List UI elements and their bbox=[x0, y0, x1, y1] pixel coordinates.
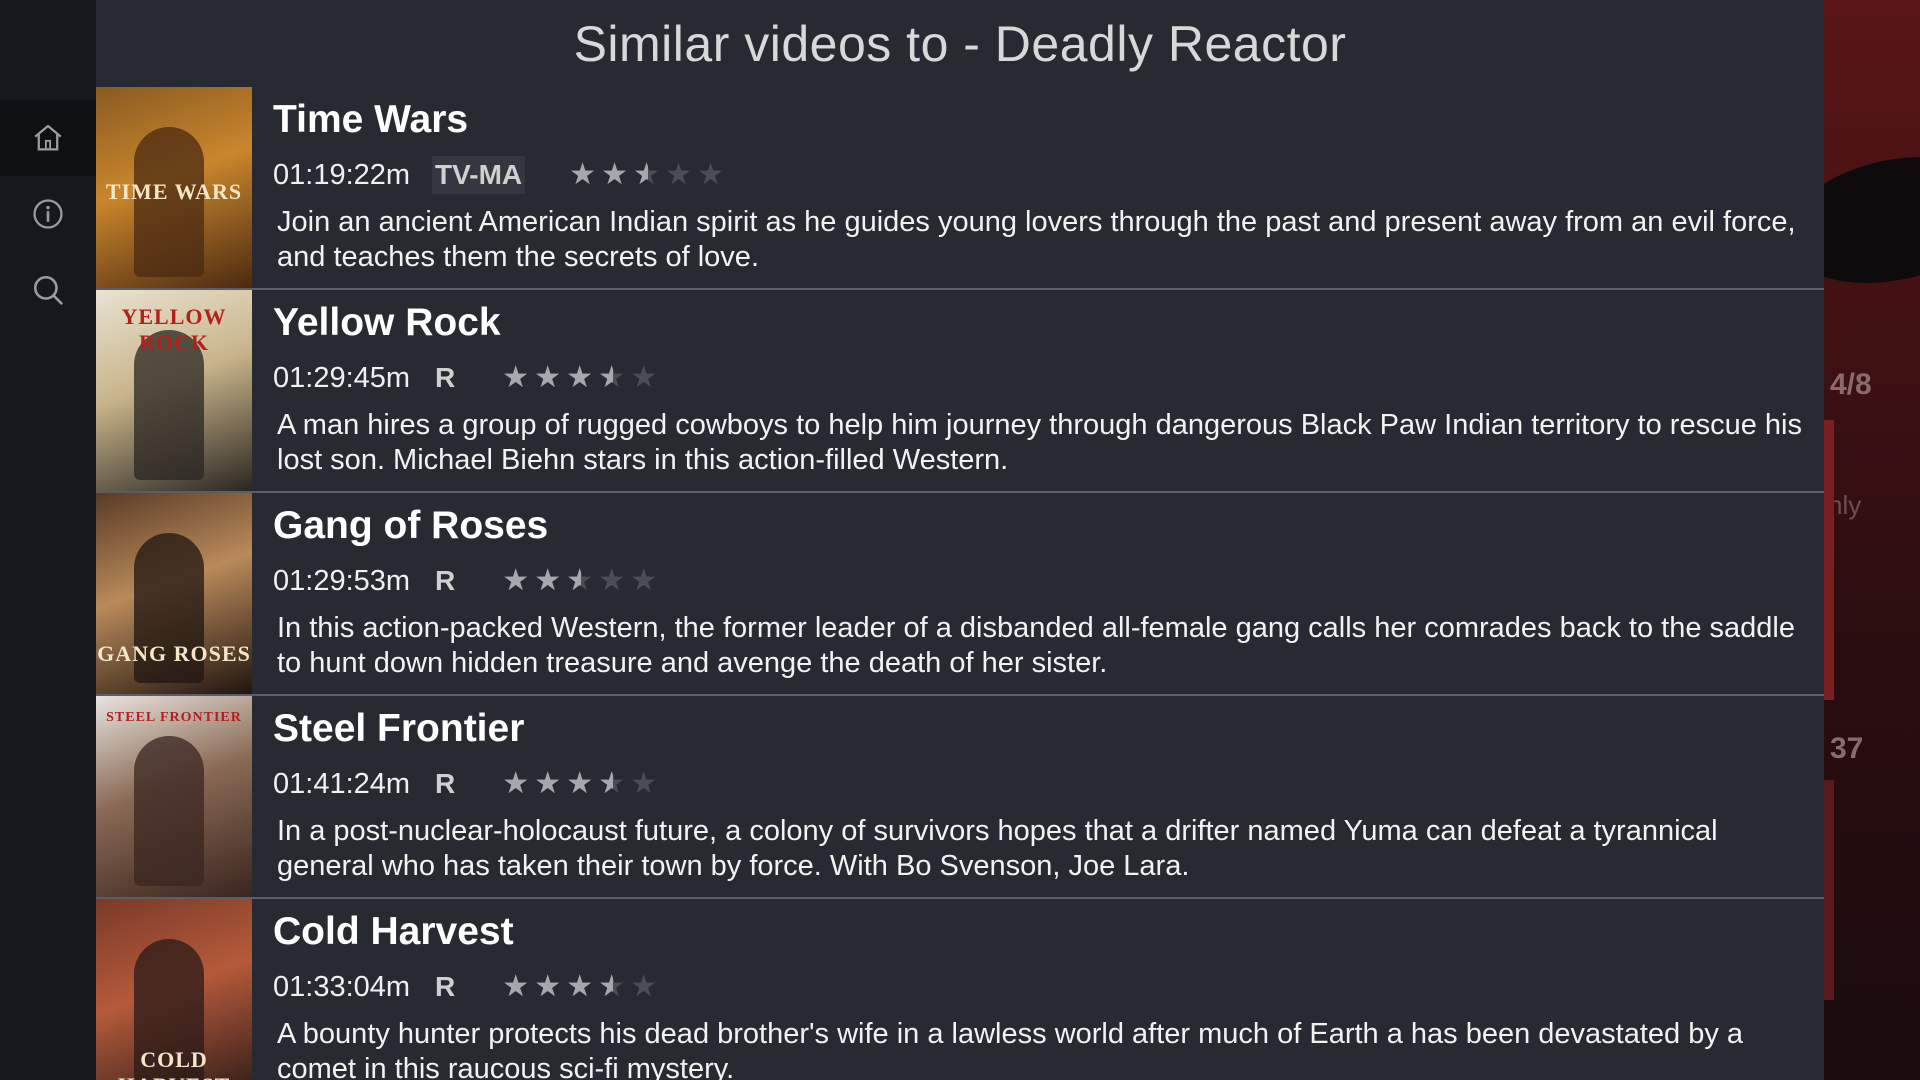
star-icon: ★★ bbox=[534, 970, 562, 1003]
star-icon: ★★ bbox=[630, 767, 658, 800]
nav-home-button[interactable] bbox=[0, 100, 96, 176]
app-screen: 4/8 nly 37 Similar videos to - Deadly Re… bbox=[0, 0, 1920, 1080]
video-row[interactable]: STEEL FRONTIER Steel Frontier 01:41:24m R ★ ★… bbox=[96, 696, 1824, 899]
video-duration: 01:29:45m bbox=[273, 361, 411, 394]
star-icon: ★★ bbox=[601, 158, 629, 191]
video-title[interactable]: Gang of Roses bbox=[273, 503, 1808, 549]
video-title[interactable]: Steel Frontier bbox=[273, 706, 1808, 752]
poster-title: YELLOW ROCK bbox=[121, 304, 227, 355]
video-info: Steel Frontier01:41:24mR★★★★★★★★★★In a p… bbox=[273, 696, 1808, 884]
star-rating: ★★★★★★★★★★ bbox=[569, 160, 729, 190]
star-icon: ★★ bbox=[566, 564, 594, 597]
video-list: TIME WARS Time Wars 01:19:22m TV-MA ★ ★ ★ ★ ★ ★ ★ ★… bbox=[96, 87, 1824, 1080]
star-rating: ★★★★★★★★★★ bbox=[502, 972, 662, 1002]
video-meta: 01:29:53mR★★★★★★★★★★ bbox=[273, 561, 1808, 601]
nav-rail bbox=[0, 0, 96, 1080]
star-icon: ★★ bbox=[534, 361, 562, 394]
star-rating: ★★★★★★★★★★ bbox=[502, 769, 662, 799]
background-counter: 37 bbox=[1830, 732, 1864, 765]
video-description: A bounty hunter protects his dead brothe… bbox=[277, 1018, 1744, 1080]
video-description: In this action-packed Western, the forme… bbox=[277, 612, 1795, 679]
panel-title: Similar videos to - Deadly Reactor bbox=[573, 15, 1347, 72]
star-icon: ★★ bbox=[630, 564, 658, 597]
background-shape bbox=[1824, 138, 1920, 302]
poster-title: TIME WARS bbox=[105, 179, 243, 204]
background-content: 4/8 nly 37 bbox=[1824, 0, 1920, 1080]
similar-videos-panel: Similar videos to - Deadly Reactor TIME … bbox=[96, 0, 1824, 1080]
star-icon: ★★ bbox=[502, 564, 530, 597]
video-info: Cold Harvest01:33:04mR★★★★★★★★★★A bounty… bbox=[273, 899, 1808, 1080]
star-icon: ★★ bbox=[630, 970, 658, 1003]
video-info: Yellow Rock01:29:45mR★★★★★★★★★★A man hir… bbox=[273, 290, 1808, 478]
video-meta: 01:29:45mR★★★★★★★★★★ bbox=[273, 358, 1808, 398]
video-row[interactable]: COLD HARVESTCold Harvest01:33:04mR★★★★★★… bbox=[96, 899, 1824, 1080]
star-icon: ★★ bbox=[598, 767, 626, 800]
star-icon: ★★ bbox=[598, 970, 626, 1003]
video-duration: 01:29:53m bbox=[273, 564, 411, 597]
content-rating-badge: R bbox=[435, 768, 456, 799]
star-icon: ★★ bbox=[665, 158, 693, 191]
star-rating: ★★★★★★★★★★ bbox=[502, 566, 662, 596]
star-icon: ★★ bbox=[502, 361, 530, 394]
content-rating-badge: R bbox=[435, 565, 456, 596]
video-info: Gang of Roses01:29:53mR★★★★★★★★★★In this… bbox=[273, 493, 1808, 681]
poster-title: COLD HARVEST bbox=[118, 1047, 230, 1080]
video-poster[interactable]: TIME WARS bbox=[96, 87, 252, 288]
background-counter: 4/8 bbox=[1830, 368, 1872, 401]
star-icon: ★★ bbox=[630, 361, 658, 394]
star-icon: ★★ bbox=[697, 158, 725, 191]
star-icon: ★★ bbox=[534, 767, 562, 800]
nav-info-button[interactable] bbox=[0, 176, 96, 252]
video-row[interactable]: YELLOW ROCK Yellow Rock 01:29:45m R ★ ★ ★ ★ ★ ★ ★ ★… bbox=[96, 290, 1824, 493]
star-icon: ★★ bbox=[566, 361, 594, 394]
star-icon: ★★ bbox=[566, 970, 594, 1003]
video-description: A man hires a group of rugged cowboys to… bbox=[277, 409, 1802, 476]
star-rating: ★★★★★★★★★★ bbox=[502, 363, 662, 393]
video-poster[interactable]: YELLOW ROCK bbox=[96, 290, 252, 491]
poster-figure bbox=[134, 736, 204, 886]
video-duration: 01:19:22m bbox=[273, 158, 411, 191]
content-rating-badge: R bbox=[435, 362, 456, 393]
background-card bbox=[1824, 420, 1834, 700]
star-icon: ★★ bbox=[569, 158, 597, 191]
poster-title: STEEL FRONTIER bbox=[106, 710, 242, 725]
video-title[interactable]: Yellow Rock bbox=[273, 300, 1808, 346]
info-icon bbox=[33, 199, 63, 229]
video-poster[interactable]: STEEL FRONTIER bbox=[96, 696, 252, 897]
background-card bbox=[1824, 780, 1834, 1000]
search-icon bbox=[33, 275, 63, 305]
video-info: Time Wars01:19:22mTV-MA★★★★★★★★★★Join an… bbox=[273, 87, 1808, 275]
video-duration: 01:41:24m bbox=[273, 767, 411, 800]
video-meta: 01:33:04mR★★★★★★★★★★ bbox=[273, 967, 1808, 1007]
video-meta: 01:41:24mR★★★★★★★★★★ bbox=[273, 764, 1808, 804]
star-icon: ★★ bbox=[598, 361, 626, 394]
star-icon: ★★ bbox=[534, 564, 562, 597]
video-duration: 01:33:04m bbox=[273, 970, 411, 1003]
video-poster[interactable]: GANG ROSES bbox=[96, 493, 252, 694]
star-icon: ★★ bbox=[502, 767, 530, 800]
video-row[interactable]: TIME WARS Time Wars 01:19:22m TV-MA ★ ★ ★ ★ ★ ★ ★ ★… bbox=[96, 87, 1824, 290]
content-rating-badge: TV-MA bbox=[432, 156, 526, 194]
star-icon: ★★ bbox=[633, 158, 661, 191]
star-icon: ★★ bbox=[566, 767, 594, 800]
nav-search-button[interactable] bbox=[0, 252, 96, 328]
video-meta: 01:19:22mTV-MA★★★★★★★★★★ bbox=[273, 155, 1808, 195]
poster-title: GANG ROSES bbox=[97, 641, 251, 666]
video-description: In a post-nuclear-holocaust future, a co… bbox=[277, 815, 1718, 882]
video-poster[interactable]: COLD HARVEST bbox=[96, 899, 252, 1080]
video-title[interactable]: Cold Harvest bbox=[273, 909, 1808, 955]
video-row[interactable]: GANG ROSES Gang of Roses 01:29:53m R ★ ★ ★ ★ ★ ★ ★… bbox=[96, 493, 1824, 696]
content-rating-badge: R bbox=[435, 971, 456, 1002]
video-description: Join an ancient American Indian spirit a… bbox=[277, 206, 1796, 273]
star-icon: ★★ bbox=[502, 970, 530, 1003]
home-icon bbox=[34, 124, 62, 151]
video-title[interactable]: Time Wars bbox=[273, 97, 1808, 143]
star-icon: ★★ bbox=[598, 564, 626, 597]
